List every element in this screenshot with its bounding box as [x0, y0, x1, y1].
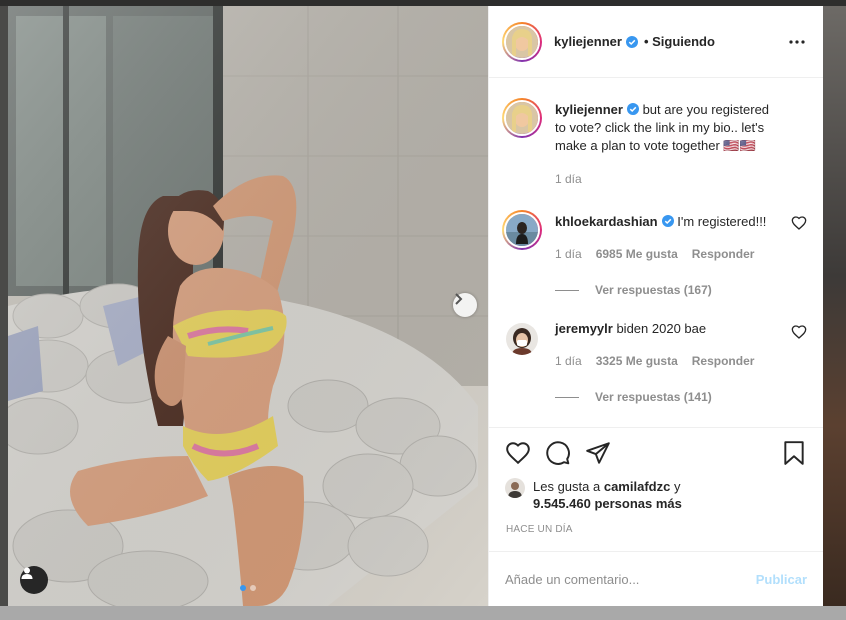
comment-likes[interactable]: 3325 Me gusta [596, 352, 678, 370]
comment-time[interactable]: 1 día [555, 245, 582, 263]
publish-button[interactable]: Publicar [756, 572, 807, 587]
carousel-dot-active [240, 585, 246, 591]
comment-bubble-icon[interactable] [545, 440, 571, 466]
action-icons [505, 440, 807, 466]
share-send-icon[interactable] [585, 440, 611, 466]
verified-badge-icon [626, 103, 639, 115]
likes-conjunction: y [673, 479, 681, 494]
comment-text: biden 2020 bae [616, 321, 707, 336]
avatar-image [506, 102, 538, 134]
like-heart-icon[interactable] [505, 440, 531, 466]
replies-divider [555, 396, 579, 398]
comment-item: jeremyylr biden 2020 bae 1 día 3325 Me g… [502, 319, 807, 406]
post-photo[interactable] [8, 6, 488, 606]
add-comment-bar: Publicar [489, 551, 823, 606]
comment-like-heart-icon[interactable] [791, 324, 807, 340]
carousel-dot [250, 585, 256, 591]
chevron-right-icon [455, 293, 463, 305]
liker-avatar[interactable] [505, 478, 525, 498]
avatar-image [506, 323, 538, 355]
comment-username[interactable]: khloekardashian [555, 214, 658, 229]
tagged-users-button[interactable] [20, 566, 48, 594]
more-options-button[interactable] [787, 32, 807, 52]
comments-list[interactable]: kyliejenner but are you registered to vo… [489, 78, 823, 427]
post-modal: kyliejenner • Siguiendo kyliejenner but … [8, 6, 823, 606]
post-date[interactable]: HACE UN DÍA [506, 524, 807, 535]
verified-badge-icon [625, 35, 638, 48]
liker-username[interactable]: camilafdzc [604, 479, 670, 494]
post-header: kyliejenner • Siguiendo [489, 6, 823, 78]
likes-others[interactable]: 9.545.460 personas más [533, 496, 682, 511]
comment-avatar[interactable] [502, 319, 542, 359]
verified-badge-icon [661, 215, 674, 227]
caption: kyliejenner but are you registered to vo… [502, 98, 807, 188]
author-username[interactable]: kyliejenner [554, 34, 622, 49]
follow-status[interactable]: • Siguiendo [644, 34, 715, 49]
avatar-image [506, 25, 538, 58]
likes-prefix: Les gusta a [533, 479, 601, 494]
comment-avatar[interactable] [502, 210, 542, 250]
reply-button[interactable]: Responder [692, 245, 755, 263]
bookmark-save-icon[interactable] [781, 440, 807, 466]
user-icon [21, 567, 33, 579]
comment-text: I'm registered!!! [677, 214, 767, 229]
backdrop-right-edge [823, 6, 846, 606]
view-replies-label: Ver respuestas (167) [595, 283, 712, 297]
carousel-dots [240, 585, 256, 591]
caption-username[interactable]: kyliejenner [555, 102, 623, 117]
post-sidebar: kyliejenner • Siguiendo kyliejenner but … [488, 6, 823, 606]
likes-summary: Les gusta a camilafdzc y 9.545.460 perso… [505, 478, 807, 512]
view-replies-label: Ver respuestas (141) [595, 390, 712, 404]
caption-time[interactable]: 1 día [555, 170, 582, 188]
view-replies-button[interactable]: Ver respuestas (167) [555, 281, 783, 299]
replies-divider [555, 289, 579, 291]
avatar-image [505, 478, 525, 498]
backdrop-bottom-edge [0, 606, 846, 620]
view-replies-button[interactable]: Ver respuestas (141) [555, 388, 783, 406]
next-photo-button[interactable] [453, 293, 477, 317]
post-image [8, 6, 488, 606]
post-actions: Les gusta a camilafdzc y 9.545.460 perso… [489, 427, 823, 535]
comment-time[interactable]: 1 día [555, 352, 582, 370]
avatar-image [506, 214, 538, 246]
author-avatar[interactable] [502, 21, 542, 62]
comment-username[interactable]: jeremyylr [555, 321, 613, 336]
reply-button[interactable]: Responder [692, 352, 755, 370]
caption-avatar[interactable] [502, 98, 542, 138]
more-icon [789, 39, 805, 44]
comment-likes[interactable]: 6985 Me gusta [596, 245, 678, 263]
comment-like-heart-icon[interactable] [791, 215, 807, 231]
comment-item: khloekardashian I'm registered!!! 1 día … [502, 210, 807, 299]
comment-input[interactable] [505, 571, 756, 587]
